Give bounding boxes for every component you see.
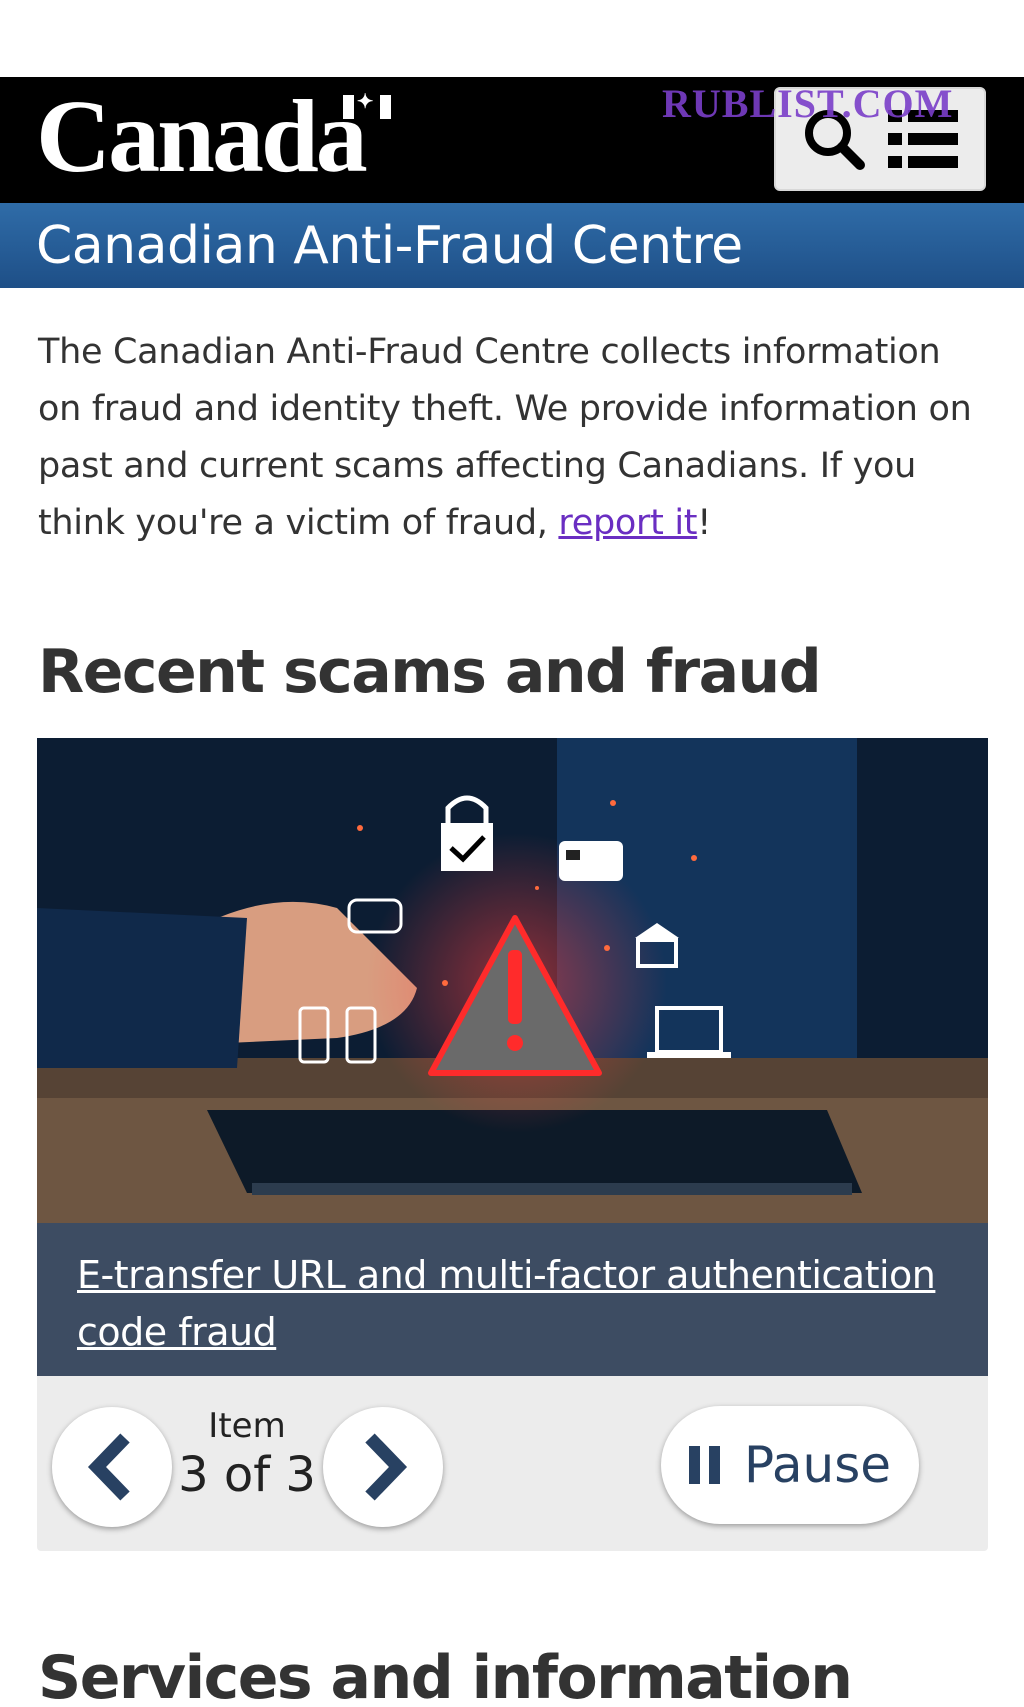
chevron-left-icon [87, 1433, 130, 1501]
previous-slide-button[interactable] [52, 1407, 172, 1527]
services-heading: Services and information [38, 1643, 853, 1707]
report-it-link[interactable]: report it [558, 503, 697, 543]
page-title: Canadian Anti-Fraud Centre [36, 215, 743, 276]
flag-symbol-icon: ✦ [342, 92, 391, 123]
fraud-alert-illustration [37, 738, 988, 1223]
search-icon [805, 110, 865, 170]
slide-caption: E-transfer URL and multi-factor authenti… [37, 1223, 988, 1376]
search-and-menu-button[interactable] [774, 87, 986, 191]
menu-list-icon [888, 110, 958, 168]
page-banner: Canadian Anti-Fraud Centre [0, 203, 1024, 288]
scams-carousel: E-transfer URL and multi-factor authenti… [37, 738, 988, 1551]
slide-image[interactable] [37, 738, 988, 1223]
chevron-right-icon [365, 1433, 408, 1501]
slide-caption-link[interactable]: E-transfer URL and multi-factor authenti… [77, 1253, 936, 1354]
site-header: Canada ✦ RUBLIST.COM [0, 77, 1024, 203]
canada-wordmark-logo[interactable]: Canada ✦ [36, 85, 391, 189]
slide-counter: Item 3 of 3 [172, 1406, 322, 1504]
carousel-controls: Item 3 of 3 Pause [37, 1376, 988, 1551]
slide-counter-label: Item [208, 1406, 286, 1446]
pause-icon [688, 1446, 720, 1484]
pause-button[interactable]: Pause [661, 1406, 919, 1524]
pause-label: Pause [743, 1436, 892, 1494]
intro-text: The Canadian Anti-Fraud Centre collects … [38, 332, 972, 543]
recent-scams-heading: Recent scams and fraud [38, 637, 822, 707]
slide-counter-value: 3 of 3 [178, 1447, 316, 1503]
next-slide-button[interactable] [323, 1407, 443, 1527]
wordmark-text: Canada [36, 79, 368, 194]
intro-paragraph: The Canadian Anti-Fraud Centre collects … [38, 324, 986, 552]
intro-punctuation: ! [697, 503, 711, 543]
status-spacer [0, 0, 1024, 77]
